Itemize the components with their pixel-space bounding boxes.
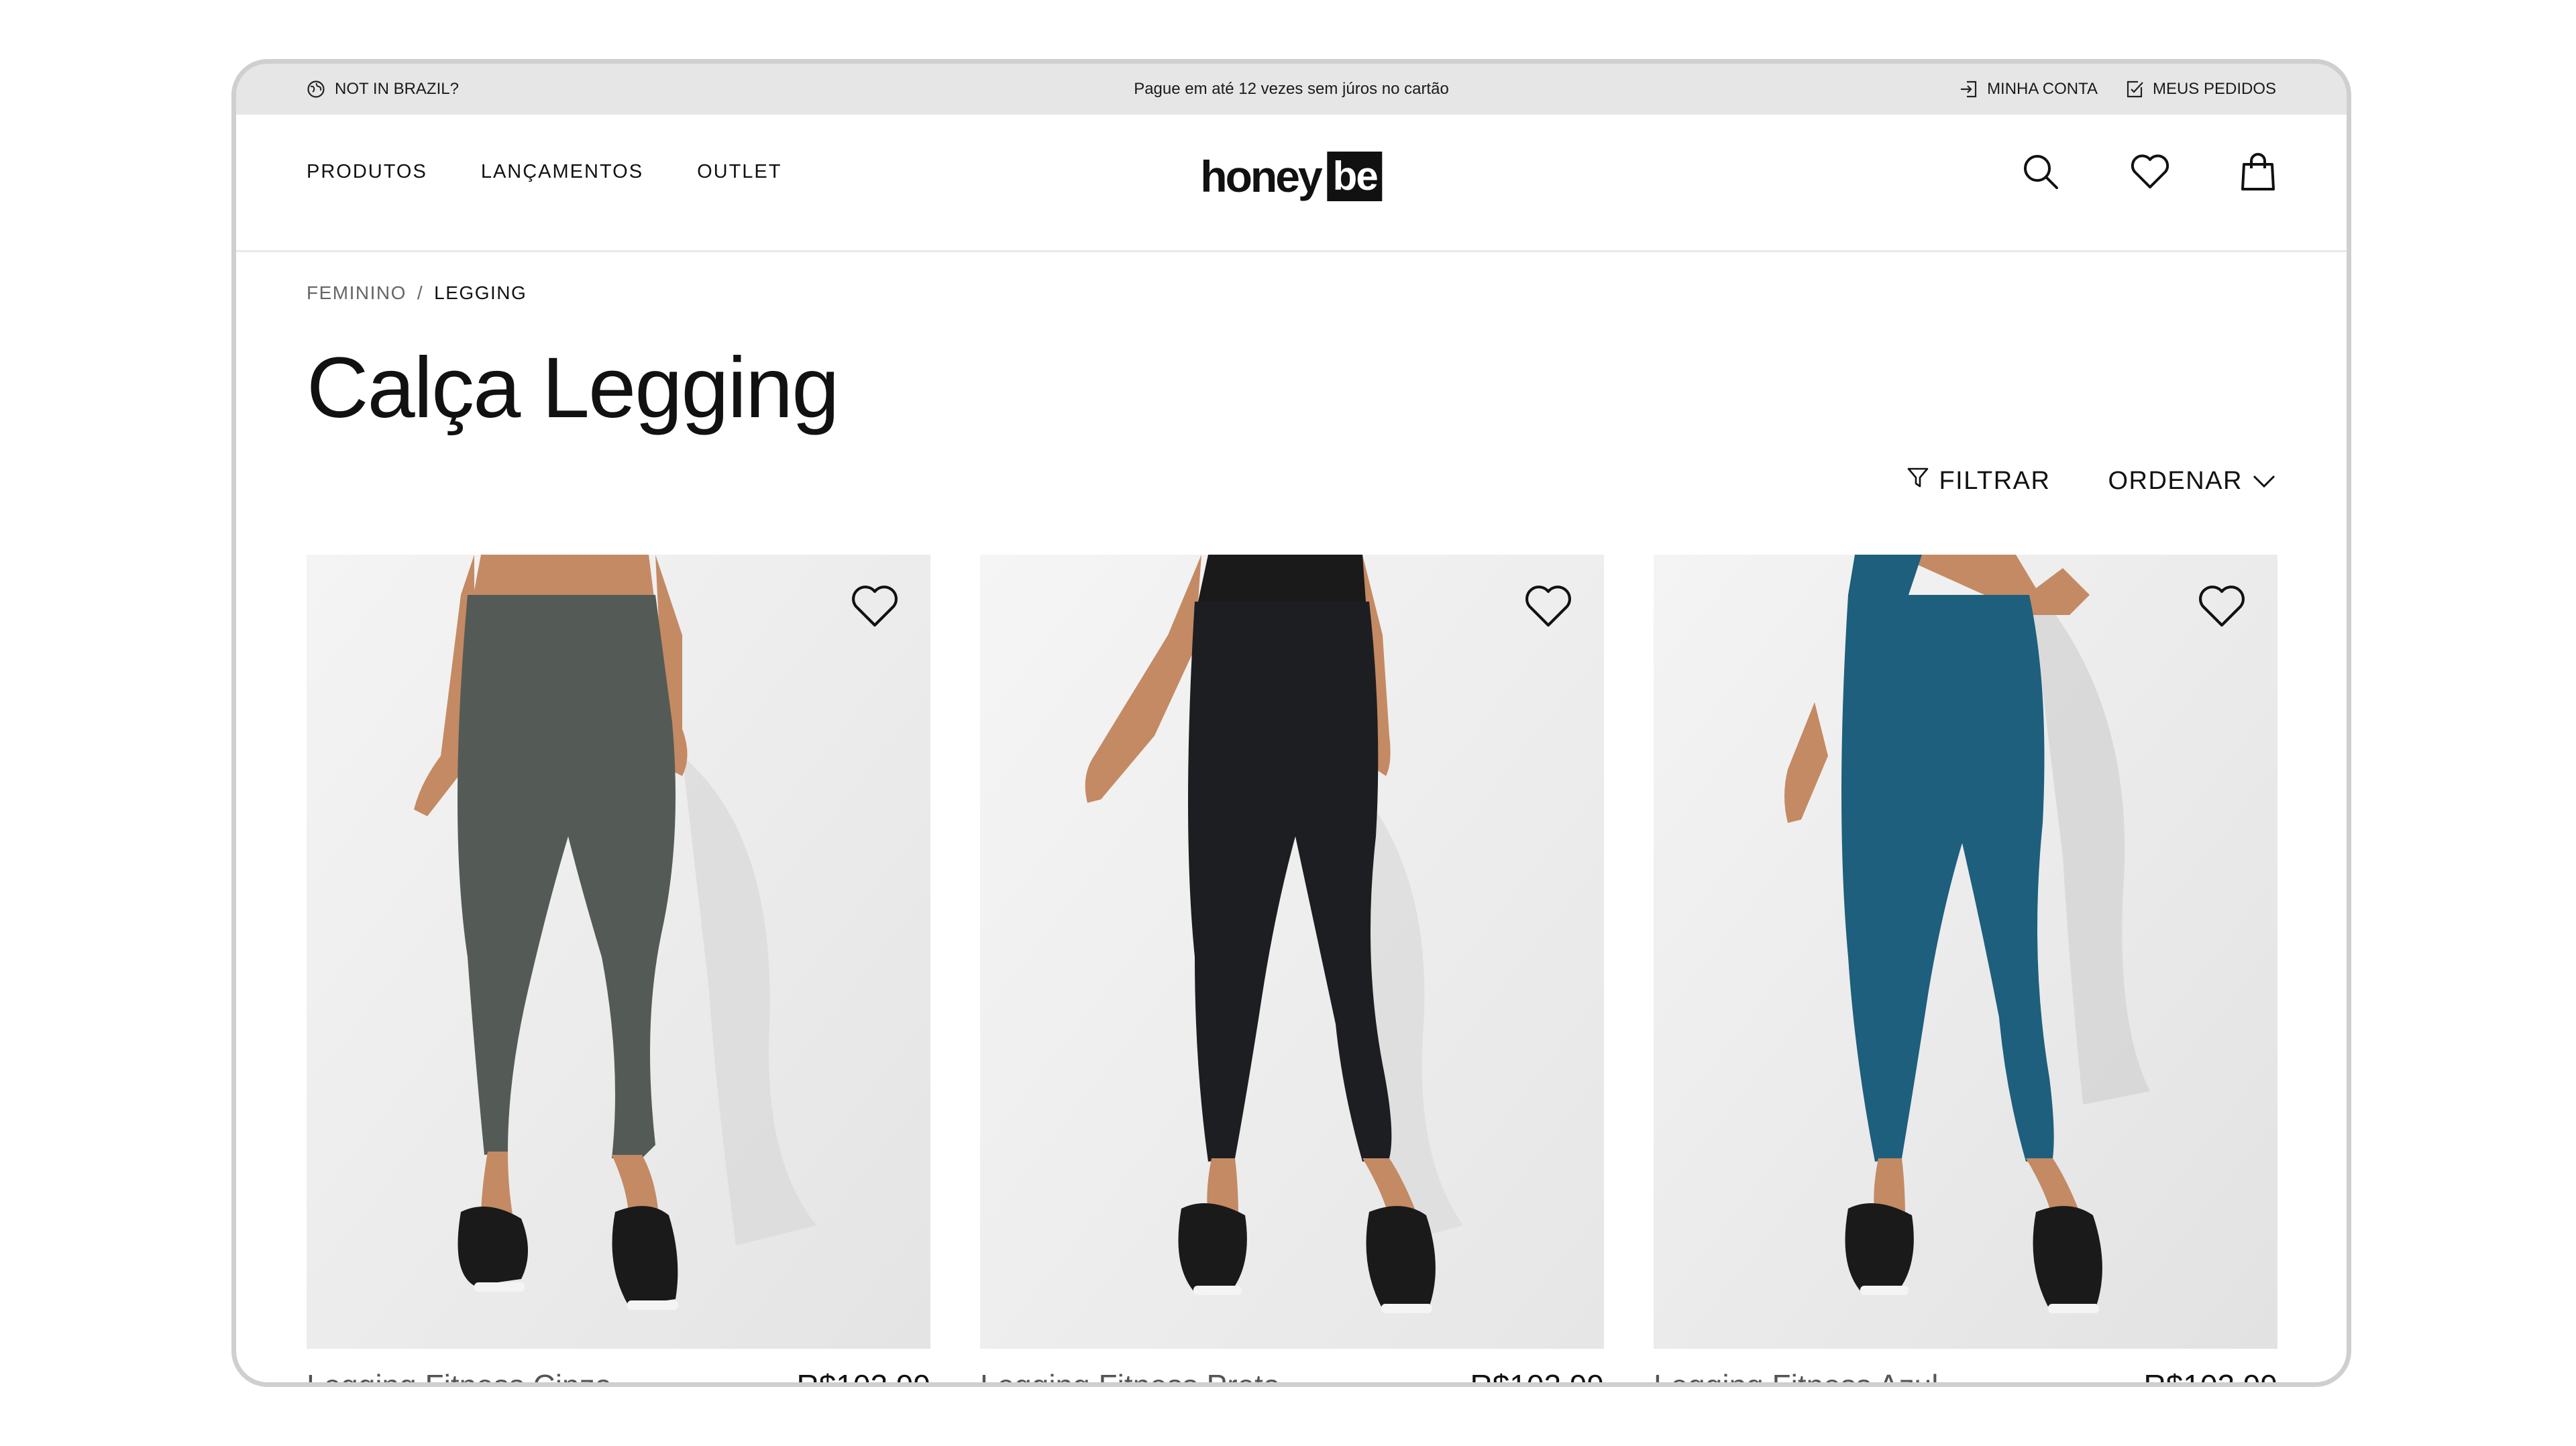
promo-text: Pague em até 12 vezes sem júros no cartã… <box>1134 80 1449 98</box>
product-card[interactable]: Legging Fitness Cinza R$102,99 <box>307 555 931 1387</box>
product-grid: Legging Fitness Cinza R$102,99 Legging F… <box>307 555 2278 1387</box>
product-name[interactable]: Legging Fitness Preta <box>980 1368 1281 1382</box>
product-info: Legging Fitness Azul R$102,99 <box>1654 1368 2278 1387</box>
filter-icon <box>1907 466 1929 496</box>
account-link[interactable]: MINHA CONTA <box>1959 79 2098 99</box>
browser-frame: NOT IN BRAZIL? Pague em até 12 vezes sem… <box>231 59 2351 1387</box>
shopping-bag-icon[interactable] <box>2240 152 2276 191</box>
favorite-heart-icon[interactable] <box>850 584 900 632</box>
header-actions <box>2021 115 2276 229</box>
product-image[interactable] <box>980 555 1604 1349</box>
nav-item-outlet[interactable]: OUTLET <box>697 161 782 183</box>
orders-label: MEUS PEDIDOS <box>2152 80 2276 98</box>
breadcrumb-current: LEGGING <box>434 282 527 303</box>
orders-link[interactable]: MEUS PEDIDOS <box>2125 79 2276 99</box>
sort-dropdown[interactable]: ORDENAR <box>2108 466 2276 496</box>
nav-item-produtos[interactable]: PRODUTOS <box>307 161 427 183</box>
search-icon[interactable] <box>2021 152 2060 191</box>
product-name[interactable]: Legging Fitness Cinza <box>307 1368 612 1382</box>
favorite-heart-icon[interactable] <box>1523 584 1573 632</box>
favorite-heart-icon[interactable] <box>2197 584 2247 632</box>
product-card[interactable]: Legging Fitness Preta R$102,99 <box>980 555 1605 1387</box>
account-label: MINHA CONTA <box>1987 80 2098 98</box>
logo-word-be: be <box>1327 152 1383 201</box>
filter-label: FILTRAR <box>1939 466 2051 495</box>
main-nav: PRODUTOS LANÇAMENTOS OUTLET <box>307 115 782 229</box>
leggings-photo-image <box>1654 555 2277 1349</box>
chevron-down-icon <box>2252 467 2276 496</box>
top-bar: NOT IN BRAZIL? Pague em até 12 vezes sem… <box>236 64 2347 115</box>
product-name[interactable]: Legging Fitness Azul <box>1654 1368 1939 1382</box>
orders-icon <box>2125 79 2145 99</box>
list-toolbar: FILTRAR ORDENAR <box>1907 466 2276 496</box>
product-image[interactable] <box>1654 555 2277 1349</box>
login-icon <box>1959 79 1979 99</box>
sort-label: ORDENAR <box>2108 466 2243 495</box>
page-title: Calça Legging <box>307 340 839 436</box>
product-price: R$102,99 <box>796 1368 931 1387</box>
site-logo[interactable]: honey be <box>1200 150 1383 203</box>
heart-icon[interactable] <box>2130 154 2170 190</box>
breadcrumb-separator: / <box>417 282 424 303</box>
product-price: R$102,99 <box>2143 1368 2278 1387</box>
product-card[interactable]: Legging Fitness Azul R$102,99 <box>1654 555 2278 1387</box>
product-price: R$102,99 <box>1470 1368 1605 1387</box>
logo-word-honey: honey <box>1200 152 1322 201</box>
breadcrumb: FEMININO / LEGGING <box>307 282 527 304</box>
product-info: Legging Fitness Preta R$102,99 <box>980 1368 1605 1387</box>
nav-item-lancamentos[interactable]: LANÇAMENTOS <box>481 161 643 183</box>
leggings-photo-image <box>307 555 930 1349</box>
product-image[interactable] <box>307 555 930 1349</box>
leggings-photo-image <box>980 555 1604 1349</box>
site-header: PRODUTOS LANÇAMENTOS OUTLET honey be <box>236 115 2347 252</box>
breadcrumb-parent[interactable]: FEMININO <box>307 282 407 304</box>
filter-button[interactable]: FILTRAR <box>1907 466 2050 496</box>
product-info: Legging Fitness Cinza R$102,99 <box>307 1368 931 1387</box>
